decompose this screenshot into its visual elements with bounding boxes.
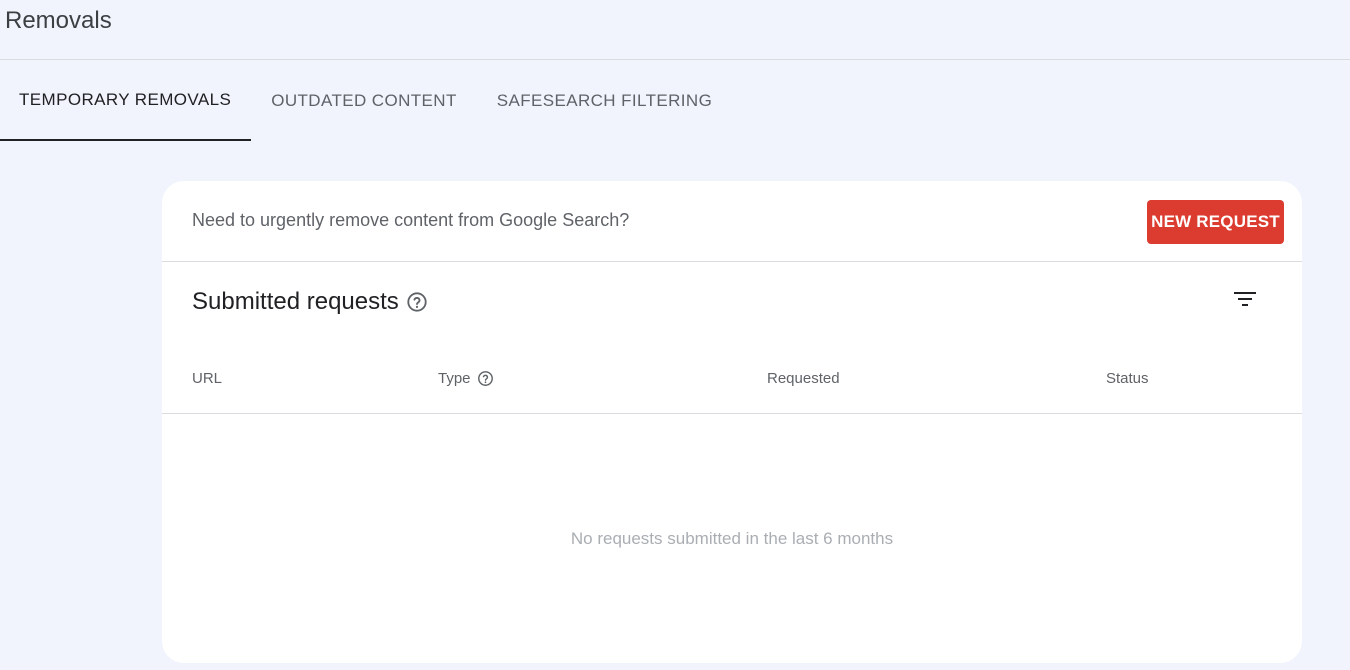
section-title: Submitted requests (192, 288, 399, 315)
column-header-status: Status (1106, 370, 1149, 387)
column-label: Requested (767, 370, 840, 387)
help-icon[interactable] (477, 370, 494, 387)
page-header: Removals (0, 0, 1350, 60)
tab-bar: TEMPORARY REMOVALS OUTDATED CONTENT SAFE… (0, 61, 732, 141)
page-title: Removals (5, 7, 112, 34)
new-request-button[interactable]: NEW REQUEST (1147, 200, 1284, 244)
column-header-type: Type (438, 370, 494, 387)
removals-card: Need to urgently remove content from Goo… (162, 181, 1302, 663)
tab-temporary-removals[interactable]: TEMPORARY REMOVALS (0, 61, 252, 141)
column-label: URL (192, 370, 223, 387)
column-header-url: URL (192, 370, 222, 387)
tab-outdated-content[interactable]: OUTDATED CONTENT (251, 61, 477, 141)
table-header: URL Type Requested Status (162, 350, 1302, 414)
filter-icon[interactable] (1232, 287, 1256, 311)
tab-safesearch-filtering[interactable]: SAFESEARCH FILTERING (477, 61, 733, 141)
column-label: Status (1106, 370, 1149, 387)
empty-state-message: No requests submitted in the last 6 mont… (570, 529, 894, 548)
banner-text: Need to urgently remove content from Goo… (192, 210, 630, 230)
new-request-banner: Need to urgently remove content from Goo… (162, 181, 1302, 262)
help-icon[interactable] (406, 291, 428, 313)
column-header-requested[interactable]: Requested (767, 370, 840, 387)
column-label: Type (438, 370, 471, 387)
submitted-requests-header: Submitted requests (192, 288, 428, 316)
